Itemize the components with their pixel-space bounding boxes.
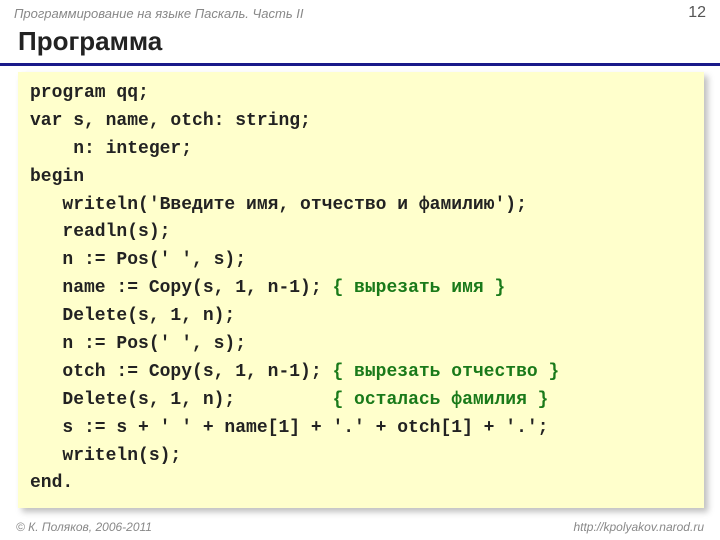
code-line: n: integer;	[30, 139, 192, 159]
code-line: var s, name, otch: string;	[30, 111, 311, 131]
code-line: writeln(s);	[30, 446, 181, 466]
code-line: Delete(s, 1, n);	[30, 390, 332, 410]
code-line: begin	[30, 167, 84, 187]
code-line: n := Pos(' ', s);	[30, 250, 246, 270]
code-comment: { вырезать имя }	[332, 278, 505, 298]
page-number: 12	[688, 4, 706, 22]
code-line: program qq;	[30, 83, 149, 103]
code-line: name := Copy(s, 1, n-1);	[30, 278, 332, 298]
code-line: otch := Copy(s, 1, n-1);	[30, 362, 332, 382]
code-line: writeln('Введите имя, отчество и фамилию…	[30, 195, 527, 215]
footer: © К. Поляков, 2006-2011 http://kpolyakov…	[0, 520, 720, 534]
footer-url: http://kpolyakov.narod.ru	[573, 520, 704, 534]
code-comment: { вырезать отчество }	[332, 362, 559, 382]
code-line: n := Pos(' ', s);	[30, 334, 246, 354]
course-label: Программирование на языке Паскаль. Часть…	[14, 6, 304, 21]
copyright-label: © К. Поляков, 2006-2011	[16, 520, 152, 534]
code-line: s := s + ' ' + name[1] + '.' + otch[1] +…	[30, 418, 548, 438]
header-bar: Программирование на языке Паскаль. Часть…	[0, 0, 720, 24]
code-line: readln(s);	[30, 222, 170, 242]
code-listing: program qq; var s, name, otch: string; n…	[18, 72, 704, 508]
page-title: Программа	[0, 24, 720, 66]
code-line: Delete(s, 1, n);	[30, 306, 235, 326]
code-line: end.	[30, 473, 73, 493]
code-comment: { осталась фамилия }	[332, 390, 548, 410]
